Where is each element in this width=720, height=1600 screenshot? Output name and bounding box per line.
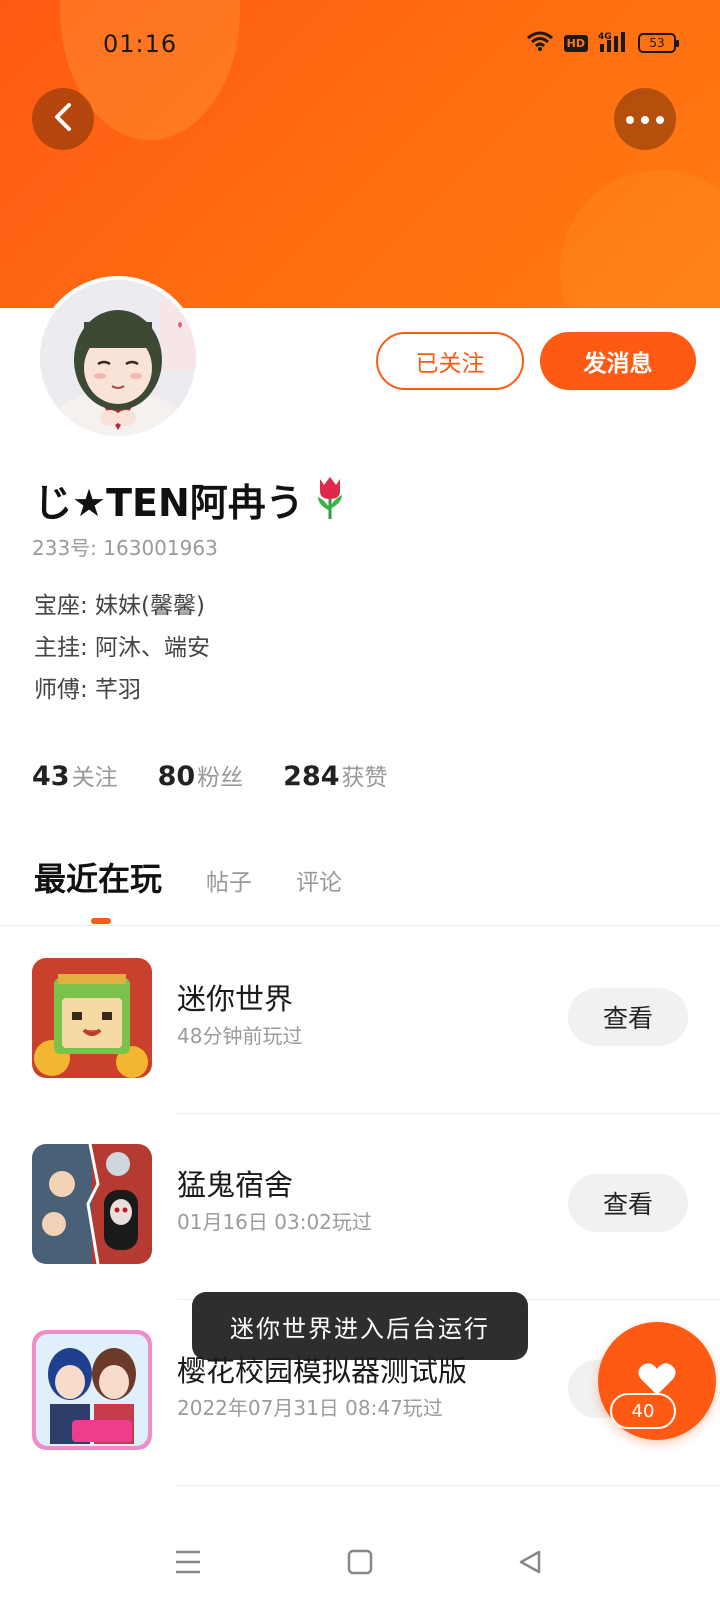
- stat-likes[interactable]: 284获赞: [283, 758, 387, 792]
- game-last-played: 2022年07月31日 08:47玩过: [177, 1396, 443, 1420]
- back-triangle-icon[interactable]: [510, 1542, 550, 1582]
- stat-number: 80: [157, 761, 196, 792]
- back-icon: [51, 102, 75, 136]
- like-count: 40: [610, 1393, 676, 1429]
- tab-indicator: [91, 918, 111, 924]
- stat-followers[interactable]: 80粉丝: [158, 758, 244, 792]
- game-last-played: 01月16日 03:02玩过: [177, 1210, 372, 1234]
- wifi-icon: [526, 30, 554, 56]
- username-row: じ★TEN阿冉う: [34, 472, 348, 527]
- home-icon[interactable]: [340, 1542, 380, 1582]
- game-name: 猛鬼宿舍: [177, 1168, 294, 1202]
- list-item[interactable]: 猛鬼宿舍 01月16日 03:02玩过 查看: [0, 1114, 720, 1300]
- stat-label: 关注: [71, 765, 118, 791]
- back-button[interactable]: [32, 88, 94, 150]
- status-time: 01:16: [103, 30, 178, 58]
- view-button[interactable]: 查看: [568, 988, 688, 1046]
- more-icon: [625, 110, 665, 129]
- battery-icon: 53: [638, 33, 679, 53]
- user-id: 233号: 163001963: [32, 536, 218, 560]
- bio-line: 主挂: 阿沐、端安: [34, 635, 211, 661]
- tab-comments[interactable]: 评论: [296, 863, 342, 897]
- row-divider: [177, 1485, 720, 1486]
- stat-label: 获赞: [341, 765, 388, 791]
- status-bar: 01:16 HD 4G 53: [0, 0, 720, 90]
- stat-label: 粉丝: [197, 765, 244, 791]
- tulip-icon: [312, 475, 348, 525]
- status-icons: HD 4G 53: [526, 30, 679, 56]
- tab-divider: [0, 925, 720, 926]
- toast-message: 迷你世界进入后台运行: [192, 1292, 528, 1360]
- bio-line: 师傅: 芊羽: [34, 677, 142, 703]
- menu-icon[interactable]: [168, 1542, 208, 1582]
- stats: 43关注 80粉丝 284获赞: [32, 758, 388, 792]
- list-item[interactable]: 迷你世界 48分钟前玩过 查看: [0, 928, 720, 1114]
- stat-following[interactable]: 43关注: [32, 758, 118, 792]
- tab-posts[interactable]: 帖子: [206, 863, 252, 897]
- follow-button[interactable]: 已关注: [376, 332, 524, 390]
- bio: 宝座: 妹妹(馨馨) 主挂: 阿沐、端安 师傅: 芊羽: [34, 585, 210, 711]
- game-last-played: 48分钟前玩过: [177, 1024, 303, 1048]
- avatar[interactable]: [36, 276, 200, 440]
- bio-line: 宝座: 妹妹(馨馨): [34, 593, 206, 619]
- stat-number: 284: [283, 761, 340, 792]
- message-button[interactable]: 发消息: [540, 332, 696, 390]
- hd-badge: HD: [563, 34, 588, 52]
- username: じ★TEN阿冉う: [34, 481, 304, 525]
- tab-recent-games[interactable]: 最近在玩: [34, 854, 162, 900]
- stat-number: 43: [32, 761, 70, 792]
- game-icon-haunted-dorm: [32, 1144, 152, 1264]
- game-icon-mini-world: [32, 958, 152, 1078]
- tab-bar: 最近在玩 帖子 评论: [34, 854, 342, 900]
- game-name: 迷你世界: [177, 982, 294, 1016]
- view-button[interactable]: 查看: [568, 1174, 688, 1232]
- system-nav-bar: [0, 1520, 720, 1600]
- more-button[interactable]: [614, 88, 676, 150]
- game-icon-sakura-school: [32, 1330, 152, 1450]
- signal-icon: 4G: [598, 30, 628, 56]
